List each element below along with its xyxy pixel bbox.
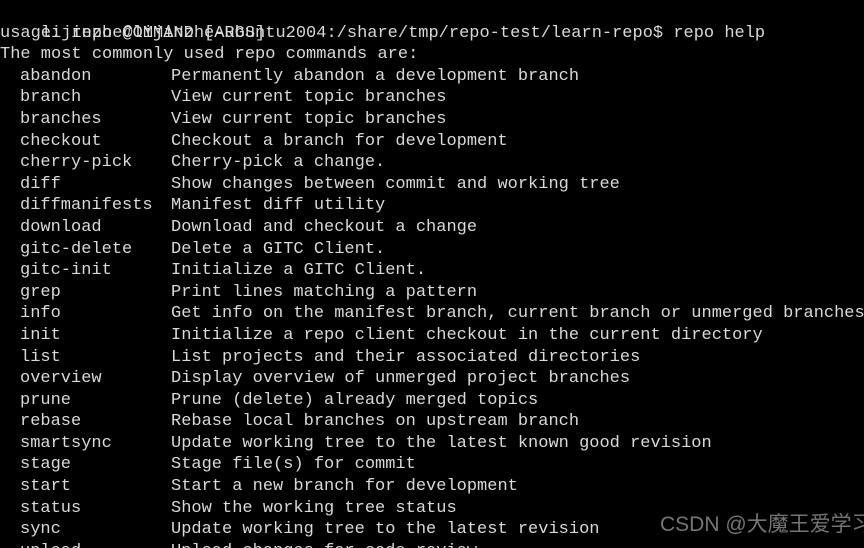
command-row: checkout Checkout a branch for developmen…: [0, 131, 864, 153]
command-description: Update working tree to the latest revisi…: [171, 520, 600, 540]
terminal-window[interactable]: lijinzhe@lijinzhe-ubuntu2004:/share/tmp/…: [0, 0, 864, 548]
command-description: Prune (delete) already merged topics: [171, 390, 539, 410]
command-row: diff Show changes between commit and work…: [0, 174, 864, 196]
command-name: gitc-delete: [20, 239, 133, 259]
command-name: status: [20, 498, 82, 518]
command-description: Show the working tree status: [171, 498, 457, 518]
command-row: info Get info on the manifest branch, cur…: [0, 303, 864, 325]
command-description: List projects and their associated direc…: [171, 347, 641, 367]
command-name: init: [20, 325, 61, 345]
command-row: list List projects and their associated d…: [0, 347, 864, 369]
command-name: sync: [20, 520, 61, 540]
command-row: overview Display overview of unmerged pro…: [0, 368, 864, 390]
command-name: rebase: [20, 412, 82, 432]
command-row: diffmanifests Manifest diff utility: [0, 195, 864, 217]
command-name: smartsync: [20, 433, 112, 453]
command-name: download: [20, 217, 102, 237]
command-description: Print lines matching a pattern: [171, 282, 478, 302]
command-row: stage Stage file(s) for commit: [0, 454, 864, 476]
command-name: cherry-pick: [20, 153, 133, 173]
command-row: branch View current topic branches: [0, 87, 864, 109]
command-description: Get info on the manifest branch, current…: [171, 304, 864, 324]
command-description: Checkout a branch for development: [171, 131, 508, 151]
command-description: Manifest diff utility: [171, 196, 386, 216]
prompt-line: lijinzhe@lijinzhe-ubuntu2004:/share/tmp/…: [0, 1, 864, 43]
command-name: overview: [20, 369, 102, 389]
command-row: cherry-pick Cherry-pick a change.: [0, 152, 864, 174]
command-name: list: [20, 347, 61, 367]
intro-line: The most commonly used repo commands are…: [0, 45, 419, 65]
command-row: grep Print lines matching a pattern: [0, 282, 864, 304]
command-description: Start a new branch for development: [171, 477, 518, 497]
command-description: Delete a GITC Client.: [171, 239, 386, 259]
command-name: start: [20, 477, 72, 497]
command-description: Update working tree to the latest known …: [171, 433, 712, 453]
command-row: start Start a new branch for development: [0, 476, 864, 498]
command-row: smartsync Update working tree to the late…: [0, 433, 864, 455]
command-description: Show changes between commit and working …: [171, 174, 620, 194]
command-description: Display overview of unmerged project bra…: [171, 369, 631, 389]
command-description: Download and checkout a change: [171, 217, 478, 237]
command-description: Rebase local branches on upstream branch: [171, 412, 580, 432]
command-name: branch: [20, 88, 82, 108]
command-row: branches View current topic branches: [0, 109, 864, 131]
command-name: upload: [0, 541, 171, 548]
command-row: gitc-init Initialize a GITC Client.: [0, 260, 864, 282]
command-name: diff: [20, 174, 61, 194]
command-description: Initialize a GITC Client.: [171, 261, 427, 281]
command-description: Permanently abandon a development branch: [171, 66, 580, 86]
command-name: diffmanifests: [20, 196, 153, 216]
command-description: View current topic branches: [171, 109, 447, 129]
command-row: uploadUpload changes for code review: [0, 541, 864, 548]
command-row: status Show the working tree status: [0, 498, 864, 520]
command-description: Cherry-pick a change.: [171, 153, 386, 173]
command-name: checkout: [20, 131, 102, 151]
command-row: abandon Permanently abandon a development…: [0, 66, 864, 88]
command-name: gitc-init: [20, 261, 112, 281]
command-description: Upload changes for code review: [171, 542, 477, 548]
command-name: branches: [20, 109, 102, 129]
command-name: grep: [20, 282, 61, 302]
command-name: info: [20, 304, 61, 324]
command-row: sync Update working tree to the latest re…: [0, 519, 864, 541]
command-row: init Initialize a repo client checkout in…: [0, 325, 864, 347]
command-row: rebase Rebase local branches on upstream …: [0, 411, 864, 433]
command-name: stage: [20, 455, 72, 475]
command-row: download Download and checkout a change: [0, 217, 864, 239]
command-name: prune: [20, 390, 72, 410]
command-description: Stage file(s) for commit: [171, 455, 416, 475]
command-list: abandon Permanently abandon a development…: [0, 66, 864, 548]
command-row: prune Prune (delete) already merged topic…: [0, 390, 864, 412]
command-row: gitc-delete Delete a GITC Client.: [0, 239, 864, 261]
command-description: View current topic branches: [171, 88, 447, 108]
command-name: abandon: [20, 66, 92, 86]
command-description: Initialize a repo client checkout in the…: [171, 325, 763, 345]
